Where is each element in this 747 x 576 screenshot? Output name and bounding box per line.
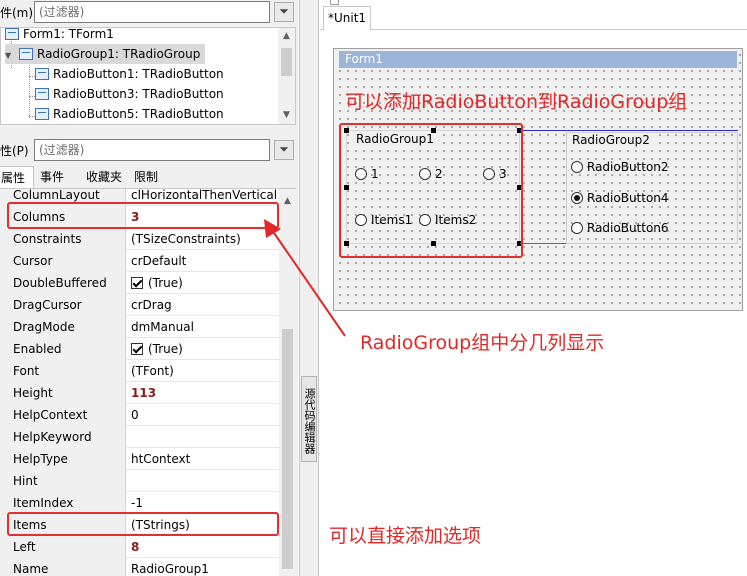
arrow-line xyxy=(271,229,346,337)
callout-arrow xyxy=(264,219,346,337)
arrow-head-icon xyxy=(264,219,281,238)
